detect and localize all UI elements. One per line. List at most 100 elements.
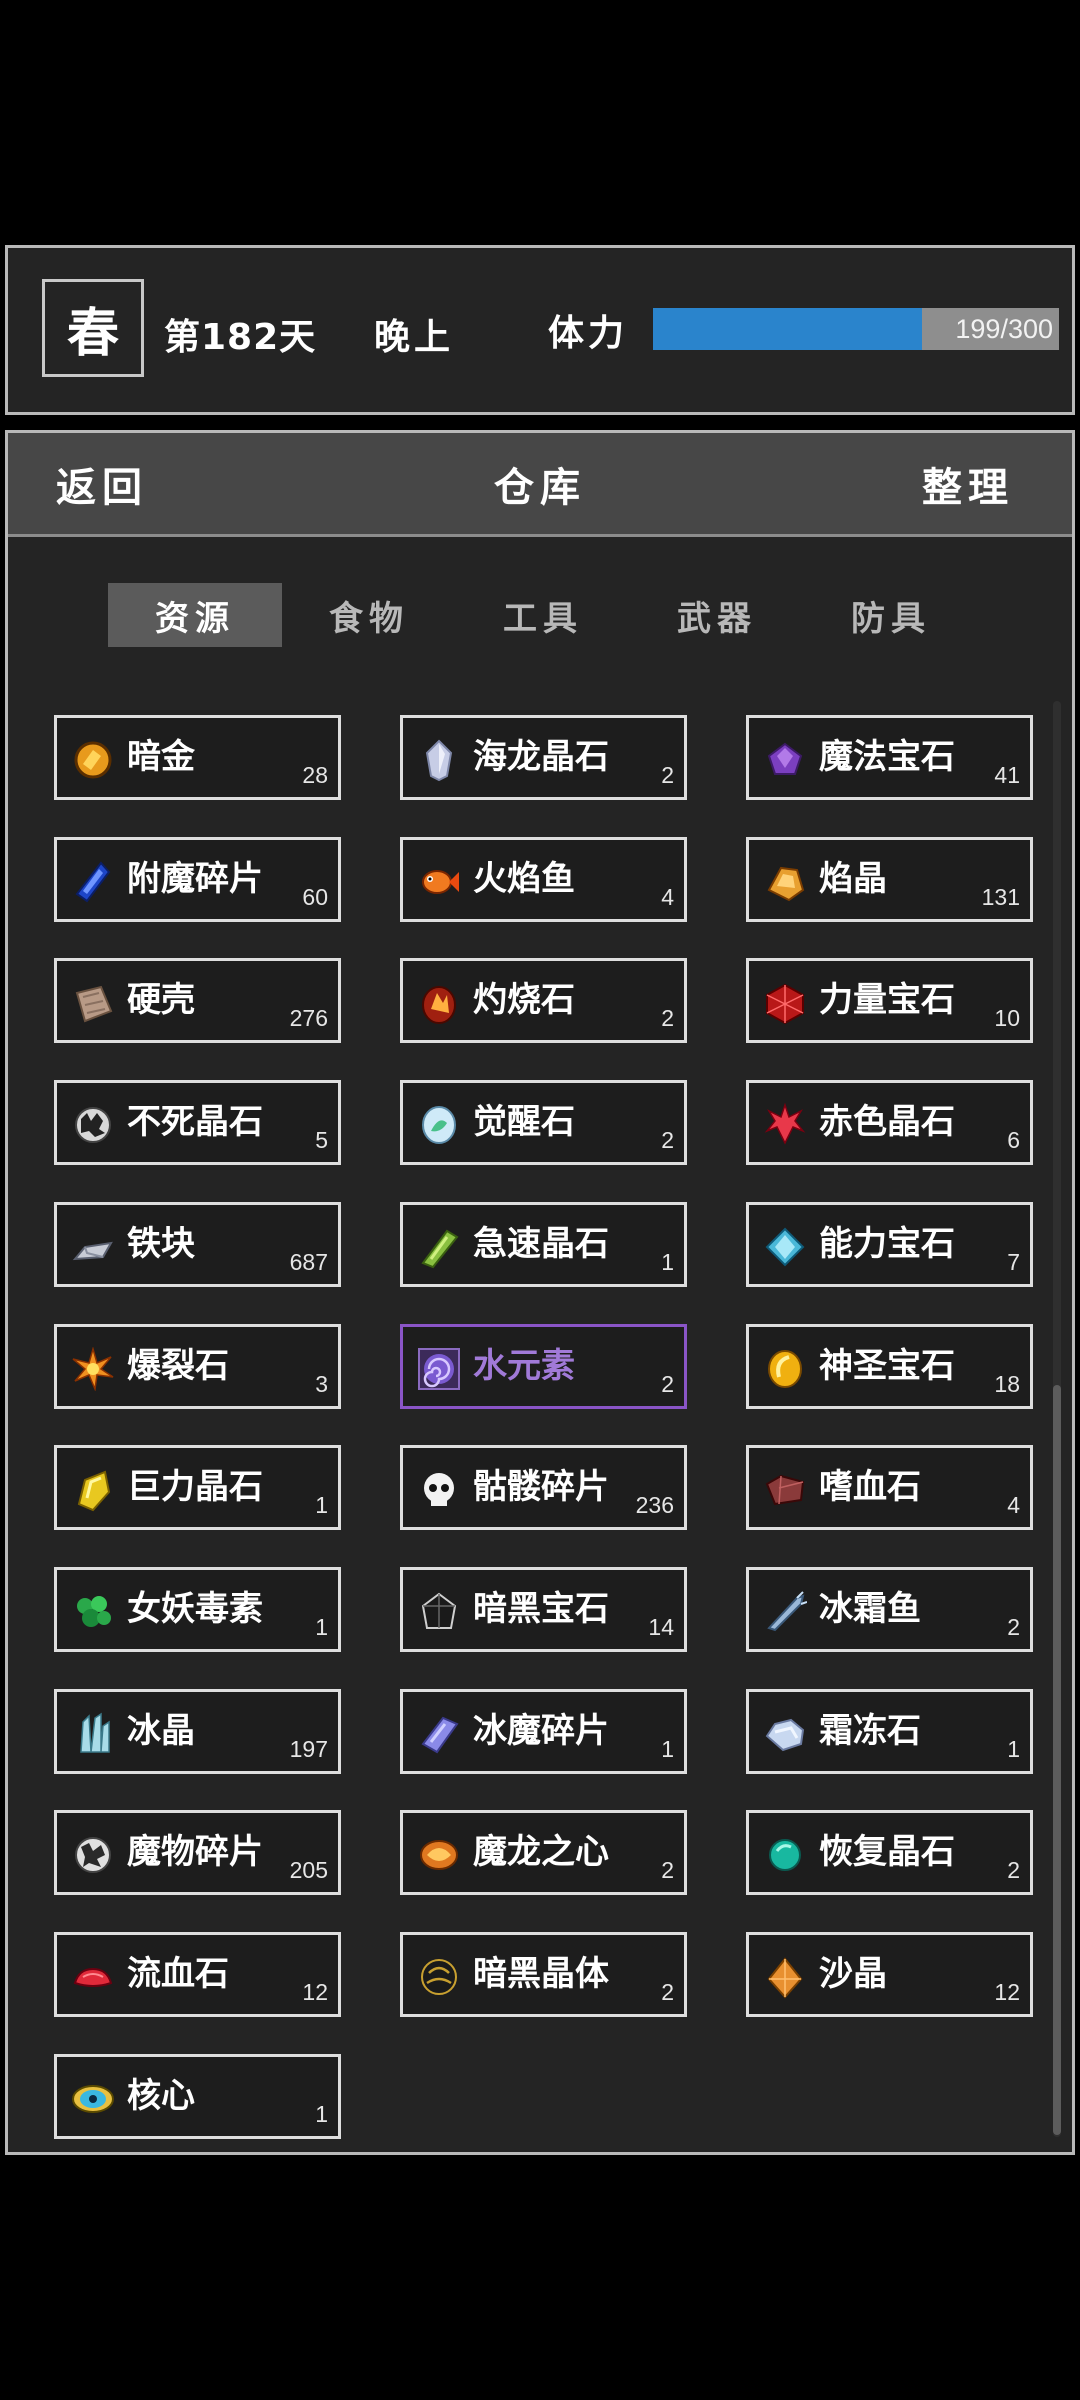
item-name: 冰霜鱼: [819, 1589, 921, 1629]
item-count: 131: [981, 884, 1020, 910]
inventory-slot[interactable]: 爆裂石 3: [54, 1324, 341, 1409]
skull-shard-icon: [417, 1468, 461, 1512]
inventory-slot[interactable]: 神圣宝石 18: [746, 1324, 1033, 1409]
red-crystal-icon: [763, 1103, 807, 1147]
item-count: 6: [1007, 1127, 1020, 1153]
bleed-stone-icon: [71, 1955, 115, 1999]
inventory-slot[interactable]: 不死晶石 5: [54, 1080, 341, 1165]
bloodthirst-stone-icon: [763, 1468, 807, 1512]
item-name: 力量宝石: [819, 980, 955, 1020]
item-name: 暗黑晶体: [473, 1954, 609, 1994]
item-name: 骷髅碎片: [473, 1467, 609, 1507]
item-name: 霜冻石: [819, 1711, 921, 1751]
inventory-slot[interactable]: 沙晶 12: [746, 1932, 1033, 2017]
inventory-slot[interactable]: 水元素 2: [400, 1324, 687, 1409]
stamina-value: 199/300: [955, 313, 1053, 344]
inventory-slot[interactable]: 能力宝石 7: [746, 1202, 1033, 1287]
inventory-slot[interactable]: 魔物碎片 205: [54, 1810, 341, 1895]
inventory-slot[interactable]: 冰晶 197: [54, 1689, 341, 1774]
inventory-slot[interactable]: 恢复晶石 2: [746, 1810, 1033, 1895]
scrollbar-thumb[interactable]: [1053, 1385, 1061, 2135]
item-name: 魔物碎片: [127, 1832, 263, 1872]
inventory-slot[interactable]: 霜冻石 1: [746, 1689, 1033, 1774]
item-count: 1: [315, 2101, 328, 2127]
inventory-slot[interactable]: 暗黑宝石 14: [400, 1567, 687, 1652]
item-name: 焰晶: [819, 859, 887, 899]
item-count: 2: [661, 762, 674, 788]
item-name: 魔龙之心: [473, 1832, 609, 1872]
item-name: 能力宝石: [819, 1224, 955, 1264]
item-name: 海龙晶石: [473, 737, 609, 777]
item-name: 附魔碎片: [127, 859, 263, 899]
sand-crystal-icon: [763, 1955, 807, 1999]
inventory-slot[interactable]: 暗黑晶体 2: [400, 1932, 687, 2017]
item-count: 60: [302, 884, 328, 910]
power-gem-icon: [763, 981, 807, 1025]
inventory-slot[interactable]: 暗金 28: [54, 715, 341, 800]
item-name: 巨力晶石: [127, 1467, 263, 1507]
item-count: 2: [661, 1857, 674, 1883]
item-name: 赤色晶石: [819, 1102, 955, 1142]
inventory-slot[interactable]: 冰霜鱼 2: [746, 1567, 1033, 1652]
giant-crystal-icon: [71, 1468, 115, 1512]
item-name: 水元素: [473, 1346, 575, 1386]
item-name: 魔法宝石: [819, 737, 955, 777]
item-name: 神圣宝石: [819, 1346, 955, 1386]
inventory-slot[interactable]: 巨力晶石 1: [54, 1445, 341, 1530]
inventory-slot[interactable]: 觉醒石 2: [400, 1080, 687, 1165]
awakening-stone-icon: [417, 1103, 461, 1147]
item-count: 28: [302, 762, 328, 788]
inventory-slot[interactable]: 硬壳 276: [54, 958, 341, 1043]
item-count: 12: [994, 1979, 1020, 2005]
dark-gold-icon: [71, 738, 115, 782]
inventory-slot[interactable]: 嗜血石 4: [746, 1445, 1033, 1530]
inventory-slot[interactable]: 焰晶 131: [746, 837, 1033, 922]
day-counter: 第182天: [164, 317, 317, 358]
status-panel: 春 第182天 晚上 体力 199/300: [5, 245, 1075, 415]
item-count: 276: [289, 1005, 328, 1031]
dark-gem-icon: [417, 1590, 461, 1634]
item-count: 4: [661, 884, 674, 910]
item-count: 3: [315, 1371, 328, 1397]
inventory-slot[interactable]: 附魔碎片 60: [54, 837, 341, 922]
iron-ingot-icon: [71, 1225, 115, 1269]
inventory-slot[interactable]: 火焰鱼 4: [400, 837, 687, 922]
inventory-slot[interactable]: 铁块 687: [54, 1202, 341, 1287]
inventory-slot[interactable]: 力量宝石 10: [746, 958, 1033, 1043]
frost-fish-icon: [763, 1590, 807, 1634]
inventory-slot[interactable]: 骷髅碎片 236: [400, 1445, 687, 1530]
item-name: 灼烧石: [473, 980, 575, 1020]
item-name: 急速晶石: [473, 1224, 609, 1264]
sea-dragon-crystal-icon: [417, 738, 461, 782]
inventory-slot[interactable]: 急速晶石 1: [400, 1202, 687, 1287]
item-count: 2: [1007, 1857, 1020, 1883]
inventory-slot[interactable]: 流血石 12: [54, 1932, 341, 2017]
item-count: 4: [1007, 1492, 1020, 1518]
inventory-slot[interactable]: 灼烧石 2: [400, 958, 687, 1043]
item-name: 不死晶石: [127, 1102, 263, 1142]
inventory-slot[interactable]: 女妖毒素 1: [54, 1567, 341, 1652]
item-count: 2: [1007, 1614, 1020, 1640]
item-name: 流血石: [127, 1954, 229, 1994]
ice-demon-shard-icon: [417, 1712, 461, 1756]
inventory-slot[interactable]: 冰魔碎片 1: [400, 1689, 687, 1774]
ability-gem-icon: [763, 1225, 807, 1269]
fire-fish-icon: [417, 860, 461, 904]
item-name: 铁块: [127, 1224, 195, 1264]
scrollbar[interactable]: [1053, 701, 1061, 2137]
stamina-bar: 199/300: [653, 308, 1059, 350]
inventory-slot[interactable]: 核心 1: [54, 2054, 341, 2139]
inventory-slot[interactable]: 海龙晶石 2: [400, 715, 687, 800]
item-count: 7: [1007, 1249, 1020, 1275]
banshee-toxin-icon: [71, 1590, 115, 1634]
stamina-label: 体力: [548, 313, 629, 354]
stamina-bar-fill: [653, 308, 923, 350]
time-of-day: 晚上: [374, 317, 455, 358]
item-count: 5: [315, 1127, 328, 1153]
inventory-slot[interactable]: 魔法宝石 41: [746, 715, 1033, 800]
water-element-icon: [417, 1347, 461, 1391]
inventory-slot[interactable]: 赤色晶石 6: [746, 1080, 1033, 1165]
inventory-slot[interactable]: 魔龙之心 2: [400, 1810, 687, 1895]
item-count: 12: [302, 1979, 328, 2005]
item-name: 爆裂石: [127, 1346, 229, 1386]
